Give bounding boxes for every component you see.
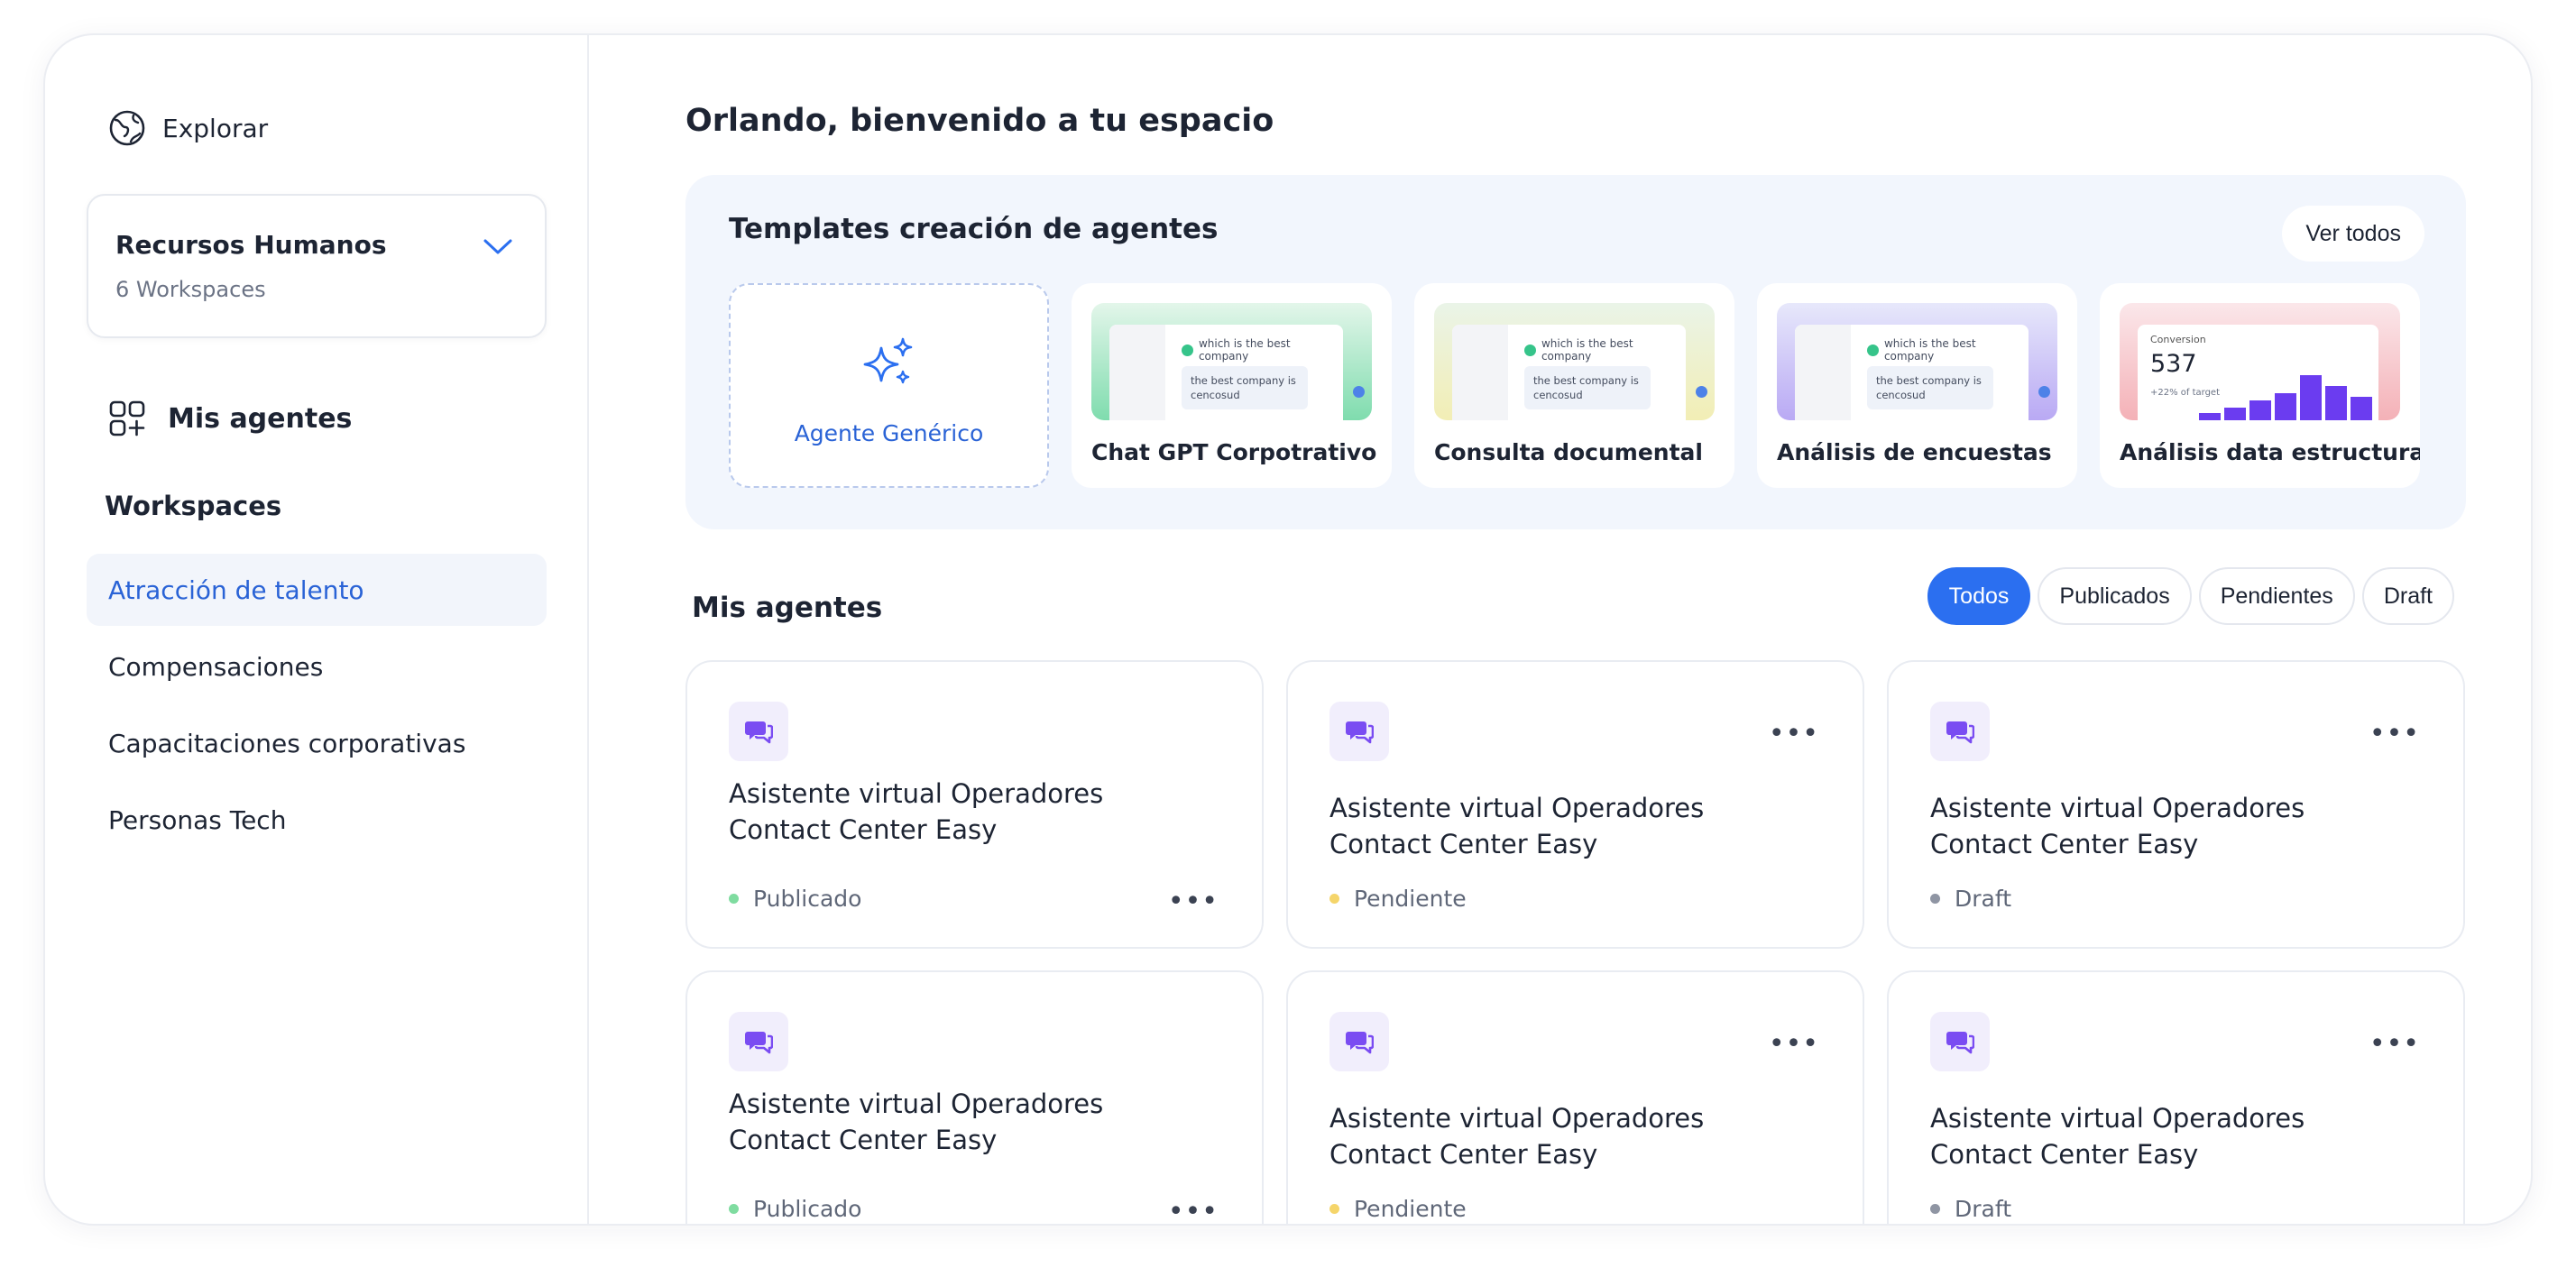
more-horizontal-icon[interactable]: ••• bbox=[1769, 1031, 1819, 1058]
preview-answer: the best company is cencosud bbox=[1867, 366, 1993, 409]
agent-status: Draft bbox=[1930, 886, 2011, 912]
agent-card[interactable]: Asistente virtual Operadores Contact Cen… bbox=[685, 970, 1264, 1225]
agent-status-label: Draft bbox=[1955, 886, 2012, 912]
agent-card[interactable]: Asistente virtual Operadores Contact Cen… bbox=[685, 660, 1264, 949]
workspace-name: Recursos Humanos bbox=[115, 230, 387, 260]
agent-icon-wrap bbox=[1329, 702, 1389, 761]
conversion-value: 537 bbox=[2150, 350, 2197, 378]
sidebar-item-compensaciones[interactable]: Compensaciones bbox=[87, 630, 547, 703]
template-card-analisis-data-estructurada[interactable]: Conversion 537 +22% of target Análisis d… bbox=[2100, 283, 2420, 488]
chat-bubbles-icon bbox=[1346, 1032, 1374, 1054]
agent-filters: Todos Publicados Pendientes Draft bbox=[1927, 567, 2454, 625]
agent-icon-wrap bbox=[729, 702, 788, 761]
templates-panel: Templates creación de agentes Ver todos … bbox=[685, 175, 2466, 529]
template-card-chat-gpt[interactable]: which is the best company the best compa… bbox=[1072, 283, 1392, 488]
template-generic-label: Agente Genérico bbox=[794, 420, 984, 446]
filter-todos[interactable]: Todos bbox=[1927, 567, 2031, 625]
agent-status-label: Publicado bbox=[753, 1196, 862, 1222]
agent-status: Publicado bbox=[729, 886, 861, 912]
agent-card[interactable]: ••• Asistente virtual Operadores Contact… bbox=[1887, 970, 2465, 1224]
agent-status: Publicado bbox=[729, 1196, 861, 1222]
main-content: Orlando, bienvenido a tu espacio Templat… bbox=[589, 35, 2531, 1224]
agent-status: Pendiente bbox=[1329, 886, 1467, 912]
template-label: Consulta documental bbox=[1434, 439, 1703, 465]
chevron-down-icon[interactable] bbox=[482, 235, 514, 257]
sidebar-item-atraccion-de-talento[interactable]: Atracción de talento bbox=[87, 554, 547, 626]
chat-bubbles-icon bbox=[1946, 1032, 1974, 1054]
template-preview: which is the best company the best compa… bbox=[1777, 303, 2057, 420]
workspace-selector[interactable]: Recursos Humanos 6 Workspaces bbox=[87, 194, 547, 338]
my-agents-nav[interactable]: Mis agentes bbox=[108, 400, 352, 437]
agent-card[interactable]: ••• Asistente virtual Operadores Contact… bbox=[1286, 970, 1864, 1224]
agent-title: Asistente virtual Operadores Contact Cen… bbox=[1930, 1103, 2305, 1170]
agent-title: Asistente virtual Operadores Contact Cen… bbox=[1930, 793, 2305, 859]
more-horizontal-icon[interactable]: ••• bbox=[1168, 1199, 1219, 1225]
template-preview: Conversion 537 +22% of target bbox=[2120, 303, 2400, 420]
app-window: Explorar Recursos Humanos 6 Workspaces M… bbox=[43, 33, 2533, 1226]
chat-bubbles-icon bbox=[1946, 721, 1974, 744]
agent-title: Asistente virtual Operadores Contact Cen… bbox=[1329, 1103, 1705, 1170]
template-card-analisis-encuestas[interactable]: which is the best company the best compa… bbox=[1757, 283, 2077, 488]
chat-bubbles-icon bbox=[745, 1032, 773, 1054]
template-preview: which is the best company the best compa… bbox=[1434, 303, 1715, 420]
template-label: Análisis data estructurada bbox=[2120, 439, 2420, 465]
explore-link[interactable]: Explorar bbox=[108, 109, 268, 147]
sidebar-item-capacitaciones-corporativas[interactable]: Capacitaciones corporativas bbox=[87, 707, 547, 779]
more-horizontal-icon[interactable]: ••• bbox=[2369, 721, 2420, 748]
agent-icon-wrap bbox=[729, 1012, 788, 1071]
agent-card[interactable]: ••• Asistente virtual Operadores Contact… bbox=[1286, 660, 1864, 949]
agent-status-label: Draft bbox=[1955, 1196, 2012, 1222]
explore-label: Explorar bbox=[162, 113, 269, 143]
sparkles-icon bbox=[863, 337, 912, 384]
preview-answer: the best company is cencosud bbox=[1182, 366, 1308, 409]
agent-status-label: Pendiente bbox=[1354, 886, 1467, 912]
sidebar: Explorar Recursos Humanos 6 Workspaces M… bbox=[45, 35, 589, 1224]
preview-question: which is the best company bbox=[1541, 337, 1633, 363]
agent-title: Asistente virtual Operadores Contact Cen… bbox=[729, 778, 1104, 845]
grid-plus-icon bbox=[109, 400, 145, 436]
agent-icon-wrap bbox=[1930, 1012, 1990, 1071]
my-agents-title: Mis agentes bbox=[692, 592, 883, 624]
template-card-generic[interactable]: Agente Genérico bbox=[729, 283, 1049, 488]
filter-publicados[interactable]: Publicados bbox=[2038, 567, 2192, 625]
agent-status: Draft bbox=[1930, 1196, 2011, 1222]
template-card-consulta-documental[interactable]: which is the best company the best compa… bbox=[1414, 283, 1734, 488]
agent-icon-wrap bbox=[1930, 702, 1990, 761]
workspaces-heading: Workspaces bbox=[105, 491, 282, 521]
preview-question: which is the best company bbox=[1198, 337, 1291, 363]
more-horizontal-icon[interactable]: ••• bbox=[2369, 1031, 2420, 1058]
agent-icon-wrap bbox=[1329, 1012, 1389, 1071]
preview-answer: the best company is cencosud bbox=[1524, 366, 1651, 409]
globe-icon bbox=[109, 110, 145, 146]
agent-status: Pendiente bbox=[1329, 1196, 1467, 1222]
more-horizontal-icon[interactable]: ••• bbox=[1769, 721, 1819, 748]
more-horizontal-icon[interactable]: ••• bbox=[1168, 888, 1219, 915]
mini-bar-chart bbox=[2199, 375, 2372, 420]
sidebar-item-personas-tech[interactable]: Personas Tech bbox=[87, 784, 547, 856]
see-all-button[interactable]: Ver todos bbox=[2282, 206, 2424, 262]
preview-question: which is the best company bbox=[1883, 337, 1976, 363]
agent-title: Asistente virtual Operadores Contact Cen… bbox=[729, 1089, 1104, 1155]
templates-title: Templates creación de agentes bbox=[729, 213, 1219, 245]
chat-bubbles-icon bbox=[745, 721, 773, 744]
template-label: Análisis de encuestas bbox=[1777, 439, 2052, 465]
chat-bubbles-icon bbox=[1346, 721, 1374, 744]
agent-card[interactable]: ••• Asistente virtual Operadores Contact… bbox=[1887, 660, 2465, 949]
workspace-count: 6 Workspaces bbox=[115, 277, 266, 302]
page-title: Orlando, bienvenido a tu espacio bbox=[685, 103, 1274, 139]
agent-status-label: Pendiente bbox=[1354, 1196, 1467, 1222]
template-label: Chat GPT Corpotrativo bbox=[1091, 439, 1377, 465]
template-preview: which is the best company the best compa… bbox=[1091, 303, 1372, 420]
my-agents-nav-label: Mis agentes bbox=[168, 402, 353, 435]
conversion-label: Conversion bbox=[2150, 334, 2206, 345]
agent-title: Asistente virtual Operadores Contact Cen… bbox=[1329, 793, 1705, 859]
filter-draft[interactable]: Draft bbox=[2361, 567, 2454, 625]
agent-status-label: Publicado bbox=[753, 886, 862, 912]
filter-pendientes[interactable]: Pendientes bbox=[2198, 567, 2355, 625]
